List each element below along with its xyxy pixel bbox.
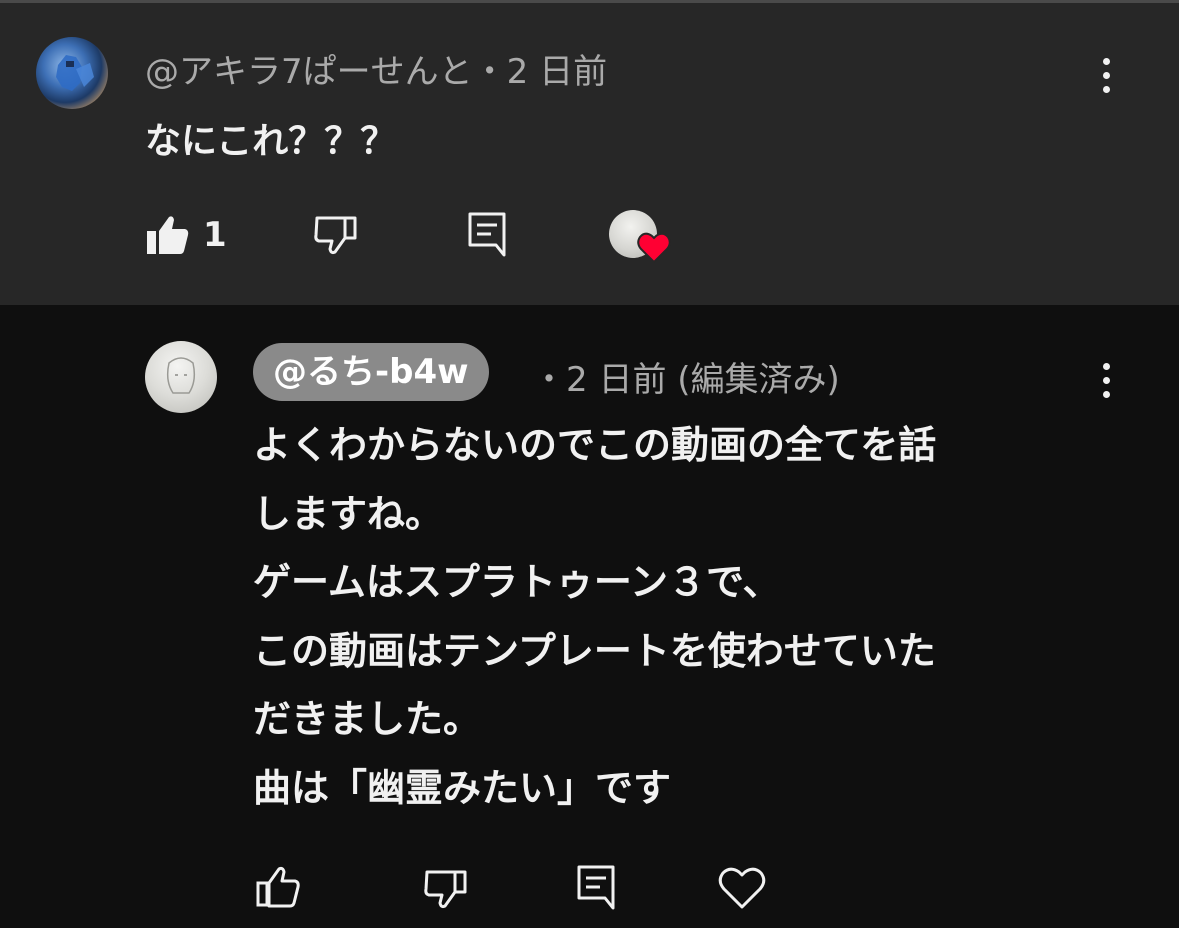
creator-heart <box>609 210 673 270</box>
heart-icon <box>718 867 766 909</box>
like-button[interactable] <box>145 214 191 260</box>
heart-icon <box>637 232 671 264</box>
comment-icon <box>468 212 506 257</box>
reply-line: よくわからないのでこの動画の全てを話 <box>253 423 937 467</box>
reply-line: ゲームはスプラトゥーン３で、 <box>253 560 781 604</box>
comment-icon <box>577 865 615 910</box>
heart-button[interactable] <box>718 866 766 914</box>
author-mention-badge[interactable]: @るち-b4w <box>253 343 489 401</box>
reply-line: 曲は「幽霊みたい」です <box>253 765 672 810</box>
like-button[interactable] <box>255 866 301 912</box>
thumbs-down-icon <box>314 216 357 255</box>
comment-text: なにこれ？？？ <box>145 121 397 162</box>
like-count: 1 <box>203 215 227 255</box>
reply-line: だきました。 <box>253 697 482 741</box>
reply-line: この動画はテンプレートを使わせていた <box>253 628 936 673</box>
reply-button[interactable] <box>467 211 507 261</box>
reply-button[interactable] <box>576 864 616 914</box>
comment-meta: @アキラ7ぱーせんと・2 日前 <box>145 52 608 92</box>
more-vert-icon[interactable] <box>1097 361 1117 405</box>
dislike-button[interactable] <box>313 214 359 260</box>
more-vert-icon[interactable] <box>1097 56 1117 100</box>
reply-avatar[interactable] <box>145 341 217 413</box>
reply-text: よくわからないのでこの動画の全てを話 しますね。 ゲームはスプラトゥーン３で、 … <box>253 418 936 829</box>
thumbs-up-icon <box>147 216 189 254</box>
reply-line: しますね。 <box>253 491 444 536</box>
thumbs-up-icon <box>256 866 300 908</box>
reply-meta: ・2 日前 (編集済み) <box>532 360 840 400</box>
thumbs-down-icon <box>424 870 467 909</box>
dislike-button[interactable] <box>423 868 469 914</box>
avatar[interactable] <box>36 37 108 109</box>
